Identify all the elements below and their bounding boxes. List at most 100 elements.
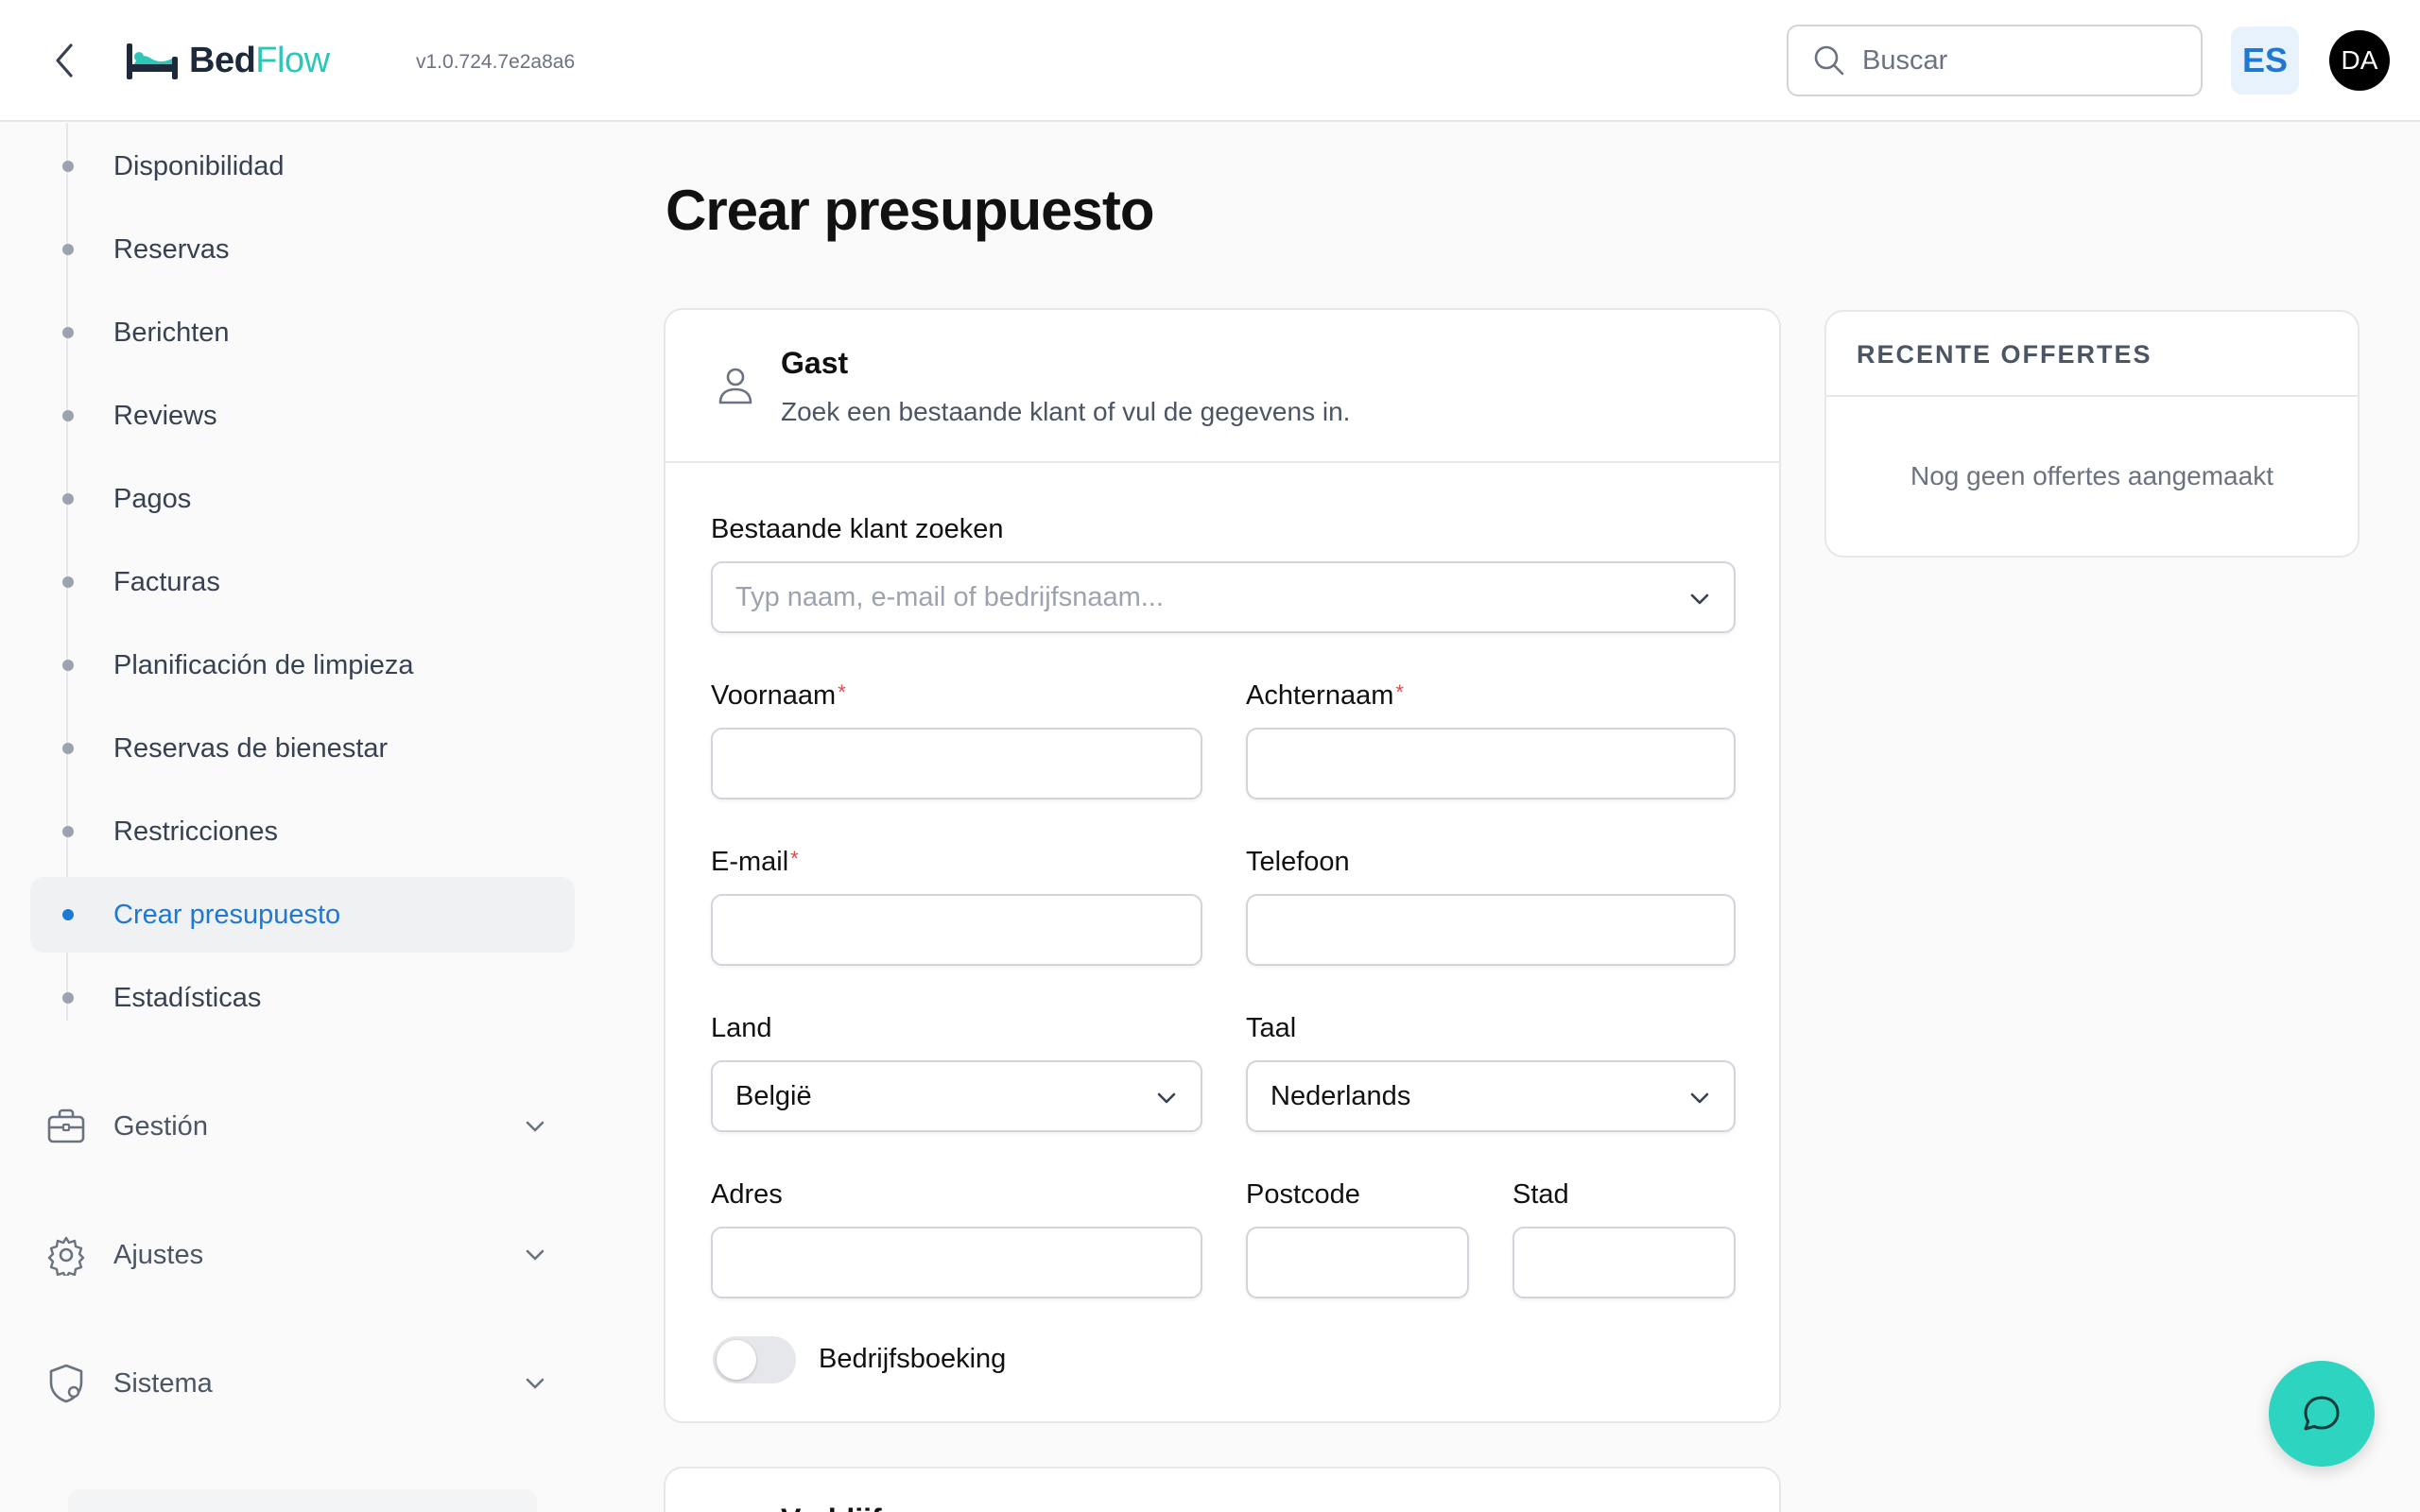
recent-quotes-title: RECENTE OFFERTES [1857, 340, 2152, 369]
sidebar-item-label: Crear presupuesto [113, 899, 341, 930]
search-input[interactable] [1862, 44, 2174, 77]
page-title: Crear presupuesto [666, 179, 1154, 242]
address-input[interactable] [713, 1228, 1201, 1297]
sidebar-item-reviews[interactable]: Reviews [30, 378, 575, 454]
toggle-knob [717, 1340, 756, 1380]
country-value: België [735, 1081, 812, 1111]
sidebar-item-label: Reservas [113, 233, 230, 265]
first-name-input[interactable] [713, 730, 1201, 798]
stay-card-title: Verblijf [781, 1503, 882, 1512]
email-input[interactable] [713, 896, 1201, 964]
last-name-label-text: Achternaam [1246, 680, 1394, 711]
postcode-input[interactable] [1248, 1228, 1467, 1297]
chevron-down-icon [1690, 1092, 1709, 1104]
language-select[interactable]: Nederlands [1246, 1060, 1736, 1132]
last-name-field[interactable] [1246, 728, 1736, 799]
sidebar-item-label: Restricciones [113, 816, 279, 847]
business-booking-label: Bedrijfsboeking [819, 1344, 1007, 1374]
email-label-text: E-mail [711, 847, 789, 877]
first-name-field[interactable] [711, 728, 1202, 799]
logo-text-flow: Flow [255, 40, 330, 80]
back-button[interactable] [45, 38, 83, 83]
required-mark: * [1395, 680, 1404, 704]
sidebar-item-label: Reservas de bienestar [113, 732, 389, 764]
city-input[interactable] [1514, 1228, 1734, 1297]
logo-text-bed: Bed [189, 40, 256, 80]
sidebar-item-reservas[interactable]: Reservas [30, 212, 575, 287]
sidebar-item-restricciones[interactable]: Restricciones [30, 794, 575, 869]
required-mark: * [838, 680, 846, 704]
chat-button[interactable] [2269, 1361, 2375, 1467]
nav-dot [62, 992, 74, 1004]
chat-bubble-icon [2304, 1396, 2340, 1431]
recent-quotes-empty-state: Nog geen offertes aangemaakt [1910, 461, 2273, 490]
nav-dot [62, 826, 74, 837]
existing-client-select[interactable] [711, 561, 1736, 633]
briefcase-icon [47, 1108, 85, 1143]
phone-field[interactable] [1246, 894, 1736, 966]
sidebar-group-label: Ajustes [113, 1239, 204, 1270]
sidebar-group-ajustes[interactable]: Ajustes [30, 1215, 560, 1295]
sidebar: Disponibilidad Reservas Berichten Review… [0, 123, 586, 1512]
required-mark: * [790, 847, 799, 870]
stay-card: Verblijf [664, 1467, 1781, 1512]
sidebar-item-label: Estadísticas [113, 982, 262, 1013]
guest-card-header: Gast Zoek een bestaande klant of vul de … [666, 310, 1779, 463]
country-select[interactable]: België [711, 1060, 1202, 1132]
guest-card: Gast Zoek een bestaande klant of vul de … [664, 308, 1781, 1423]
country-label: Land [711, 1013, 772, 1043]
postcode-label: Postcode [1246, 1179, 1360, 1210]
sidebar-item-label: Pagos [113, 483, 192, 514]
address-field[interactable] [711, 1227, 1202, 1298]
last-name-label: Achternaam* [1246, 680, 1404, 712]
sidebar-group-sistema[interactable]: Sistema [30, 1344, 560, 1423]
nav-dot [62, 327, 74, 338]
recent-quotes-header: RECENTE OFFERTES [1826, 312, 2358, 397]
chevron-down-icon [526, 1249, 544, 1261]
app-version: v1.0.724.7e2a8a6 [416, 51, 576, 73]
chevron-down-icon [526, 1378, 544, 1389]
language-switcher[interactable]: ES [2231, 26, 2299, 94]
sidebar-item-label: Facturas [113, 566, 220, 597]
email-field[interactable] [711, 894, 1202, 966]
sidebar-item-pagos[interactable]: Pagos [30, 461, 575, 537]
guest-card-title: Gast [781, 346, 849, 380]
first-name-label-text: Voornaam [711, 680, 837, 711]
nav-dot [62, 244, 74, 255]
city-field[interactable] [1512, 1227, 1736, 1298]
user-avatar[interactable]: DA [2329, 30, 2390, 91]
sidebar-item-reservas-bienestar[interactable]: Reservas de bienestar [30, 711, 575, 786]
nav-dot [62, 410, 74, 421]
sidebar-group-label: Sistema [113, 1367, 213, 1399]
sidebar-item-crear-presupuesto[interactable]: Crear presupuesto [30, 877, 575, 953]
last-name-input[interactable] [1248, 730, 1734, 798]
chevron-down-icon [526, 1121, 544, 1132]
nav-dot [62, 576, 74, 588]
business-booking-toggle[interactable] [713, 1336, 796, 1383]
chevron-left-icon [56, 43, 73, 77]
sidebar-item-facturas[interactable]: Facturas [30, 544, 575, 620]
sidebar-item-disponibilidad[interactable]: Disponibilidad [30, 129, 575, 204]
sidebar-item-label: Reviews [113, 400, 217, 431]
phone-input[interactable] [1248, 896, 1734, 964]
recent-quotes-panel: RECENTE OFFERTES Nog geen offertes aange… [1824, 310, 2360, 558]
nav-dot [62, 743, 74, 754]
bed-logo-icon [127, 43, 178, 79]
sidebar-item-berichten[interactable]: Berichten [30, 295, 575, 370]
chevron-down-icon [1157, 1092, 1176, 1104]
sidebar-group-gestion[interactable]: Gestión [30, 1087, 560, 1166]
search-icon [1814, 45, 1844, 76]
nav-dot [62, 161, 74, 172]
sidebar-item-planificacion-limpieza[interactable]: Planificación de limpieza [30, 627, 575, 703]
postcode-field[interactable] [1246, 1227, 1469, 1298]
language-label: Taal [1246, 1013, 1297, 1043]
global-search[interactable] [1787, 25, 2203, 96]
sidebar-item-estadisticas[interactable]: Estadísticas [30, 960, 575, 1036]
existing-client-label: Bestaande klant zoeken [711, 514, 1004, 544]
sidebar-promo-banner[interactable] [68, 1489, 537, 1512]
bedflow-logo[interactable]: BedFlow [125, 34, 330, 87]
shield-gear-icon [49, 1364, 83, 1403]
phone-label: Telefoon [1246, 847, 1350, 877]
sidebar-item-label: Disponibilidad [113, 150, 285, 181]
existing-client-input[interactable] [713, 563, 1734, 631]
